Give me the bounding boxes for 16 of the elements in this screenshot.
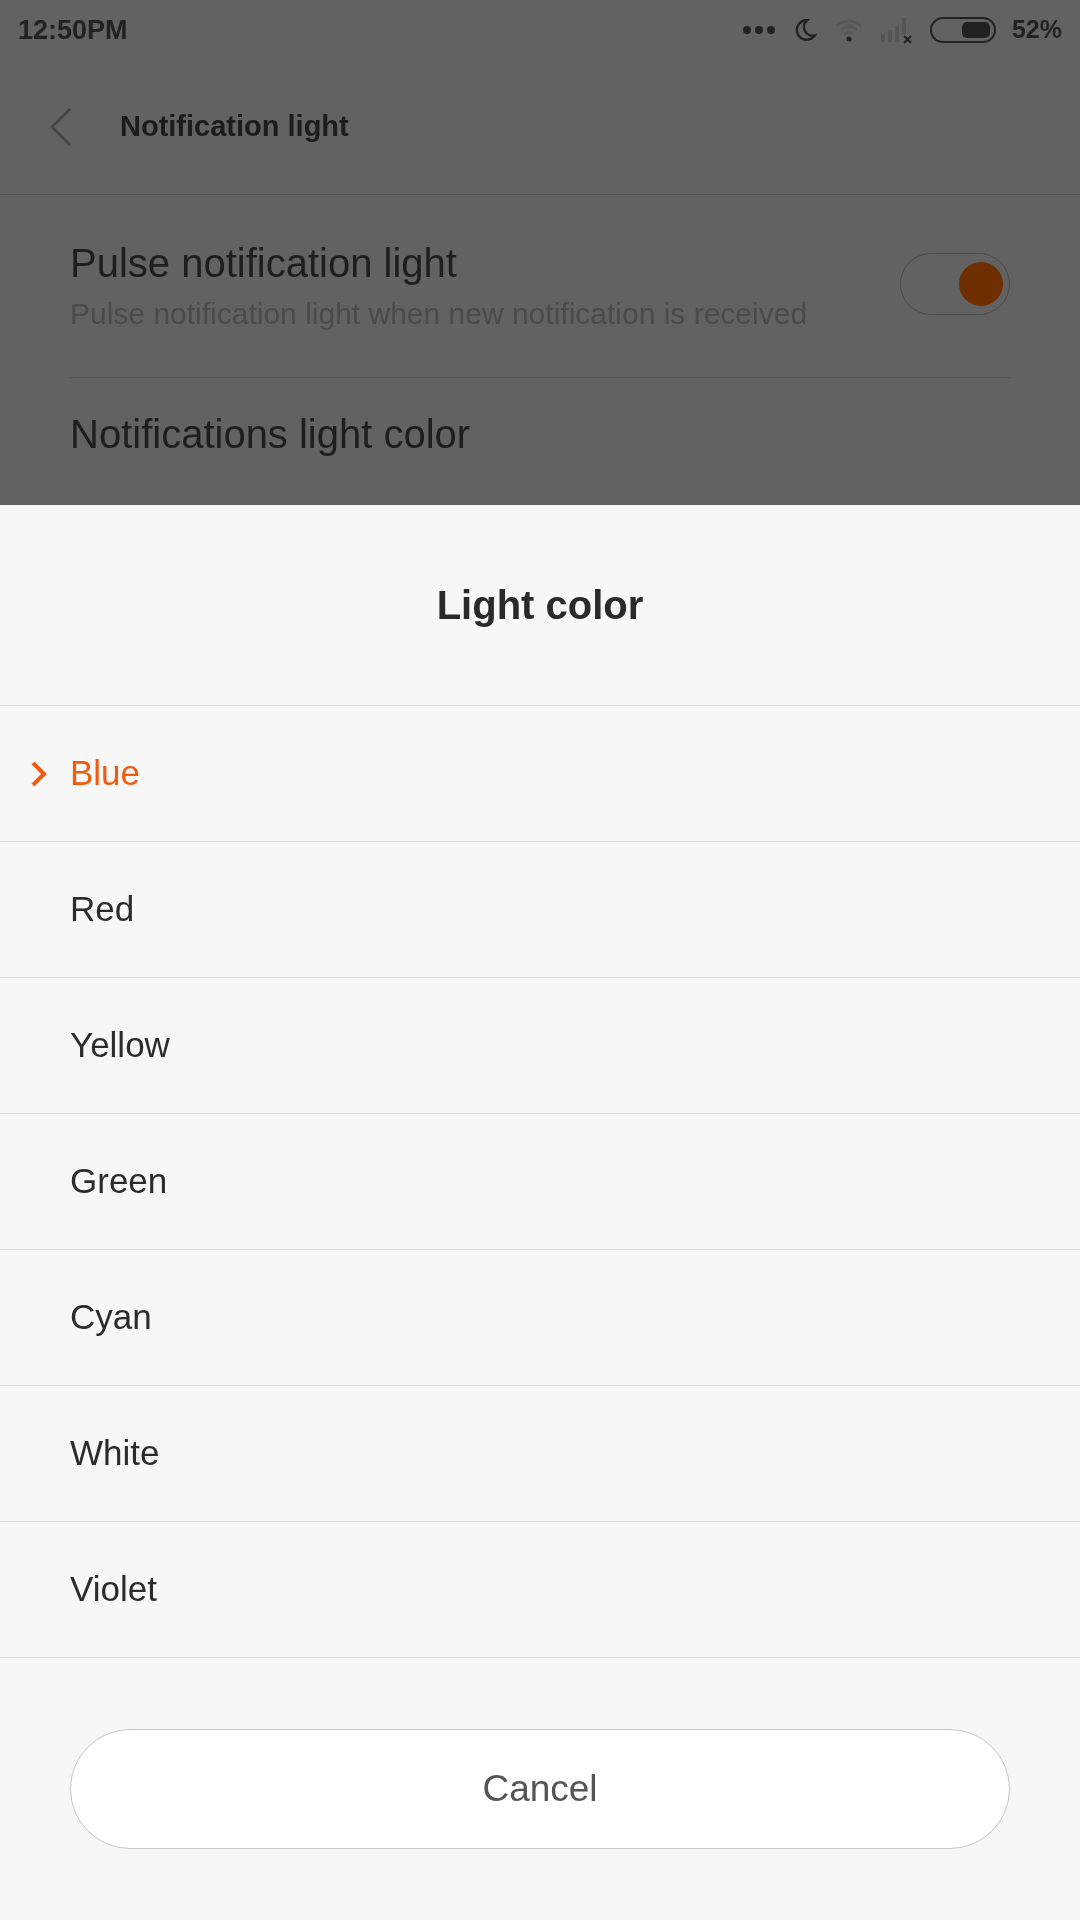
color-option[interactable]: Red	[0, 842, 1080, 978]
signal-icon	[879, 16, 914, 44]
color-option[interactable]: Violet	[0, 1522, 1080, 1658]
battery-icon	[929, 17, 996, 43]
cancel-button[interactable]: Cancel	[70, 1729, 1010, 1849]
chevron-right-icon	[30, 759, 48, 788]
screen-title: Notification light	[120, 109, 349, 145]
color-option[interactable]: Green	[0, 1114, 1080, 1250]
status-time: 12:50PM	[18, 13, 128, 47]
setting-title: Pulse notification light	[70, 240, 458, 287]
color-option[interactable]: Cyan	[0, 1250, 1080, 1386]
dialog-title: Light color	[436, 582, 644, 629]
battery-percent: 52%	[1011, 14, 1062, 46]
color-option[interactable]: White	[0, 1386, 1080, 1522]
more-dots-icon	[741, 25, 776, 35]
color-option[interactable]: Yellow	[0, 978, 1080, 1114]
